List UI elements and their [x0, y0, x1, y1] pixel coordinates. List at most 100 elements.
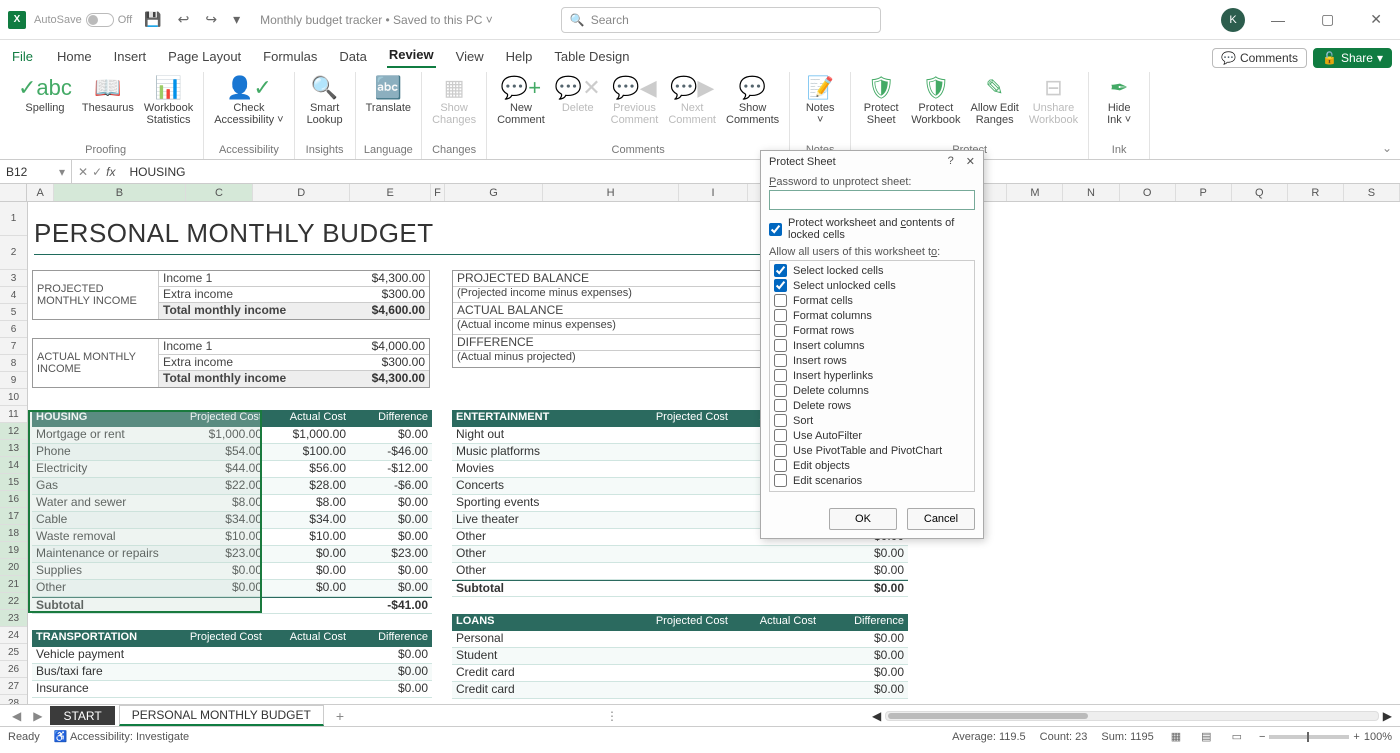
tab-page-layout[interactable]: Page Layout: [166, 45, 243, 68]
sheet-nav-next-icon[interactable]: ▶: [29, 709, 46, 723]
row-header-18[interactable]: 18: [0, 525, 27, 542]
row-header-19[interactable]: 19: [0, 542, 27, 559]
save-icon[interactable]: 💾: [140, 9, 165, 30]
perm-checkbox[interactable]: [774, 384, 787, 397]
scroll-left-icon[interactable]: ◀: [872, 709, 881, 723]
cancel-formula-icon[interactable]: ✕: [78, 165, 88, 179]
autosave-toggle[interactable]: AutoSave Off: [34, 13, 132, 27]
dialog-titlebar[interactable]: Protect Sheet ? ✕: [761, 151, 983, 172]
row-header-10[interactable]: 10: [0, 389, 27, 406]
col-header-G[interactable]: G: [445, 184, 544, 201]
page-break-view-icon[interactable]: ▭: [1229, 730, 1245, 743]
row-header-13[interactable]: 13: [0, 440, 27, 457]
perm-checkbox[interactable]: [774, 324, 787, 337]
perm-checkbox[interactable]: [774, 369, 787, 382]
notes-˅-button[interactable]: 📝Notes˅: [796, 72, 844, 144]
fx-icon[interactable]: fx: [106, 165, 115, 179]
tab-review[interactable]: Review: [387, 43, 436, 68]
col-header-H[interactable]: H: [543, 184, 678, 201]
cells-area[interactable]: PERSONAL MONTHLY BUDGET PROJECTED MONTHL…: [28, 202, 1400, 704]
sheet-tab-start[interactable]: START: [50, 706, 114, 725]
perm-checkbox[interactable]: [774, 339, 787, 352]
perm-checkbox[interactable]: [774, 459, 787, 472]
tab-file[interactable]: File: [8, 45, 37, 68]
perm-sort[interactable]: Sort: [774, 413, 970, 428]
col-header-B[interactable]: B: [54, 184, 185, 201]
row-header-22[interactable]: 22: [0, 593, 27, 610]
perm-select-locked-cells[interactable]: Select locked cells: [774, 263, 970, 278]
comments-button[interactable]: 💬 Comments: [1212, 48, 1307, 68]
tab-help[interactable]: Help: [504, 45, 535, 68]
cancel-button[interactable]: Cancel: [907, 508, 975, 530]
protect-workbook-button[interactable]: 🛡ProtectWorkbook: [907, 72, 964, 144]
zoom-level[interactable]: 100%: [1364, 731, 1392, 743]
toggle-icon[interactable]: [86, 13, 114, 27]
row-header-21[interactable]: 21: [0, 576, 27, 593]
thesaurus-button[interactable]: 📖Thesaurus: [78, 72, 138, 144]
name-box[interactable]: B12 ▾: [0, 160, 72, 183]
row-header-3[interactable]: 3: [0, 270, 27, 287]
perm-checkbox[interactable]: [774, 429, 787, 442]
sheet-tab-active[interactable]: PERSONAL MONTHLY BUDGET: [119, 705, 324, 726]
spelling-button[interactable]: ✓abcSpelling: [14, 72, 76, 144]
col-header-P[interactable]: P: [1176, 184, 1232, 201]
row-header-26[interactable]: 26: [0, 661, 27, 678]
row-header-25[interactable]: 25: [0, 644, 27, 661]
perm-insert-columns[interactable]: Insert columns: [774, 338, 970, 353]
row-header-17[interactable]: 17: [0, 508, 27, 525]
row-header-27[interactable]: 27: [0, 678, 27, 695]
perm-format-rows[interactable]: Format rows: [774, 323, 970, 338]
col-header-R[interactable]: R: [1288, 184, 1344, 201]
perm-checkbox[interactable]: [774, 414, 787, 427]
maximize-icon[interactable]: ▢: [1311, 7, 1344, 32]
row-header-9[interactable]: 9: [0, 372, 27, 389]
perm-checkbox[interactable]: [774, 474, 787, 487]
tab-home[interactable]: Home: [55, 45, 94, 68]
row-header-24[interactable]: 24: [0, 627, 27, 644]
accessibility-status[interactable]: ♿ Accessibility: Investigate: [54, 730, 189, 743]
col-header-S[interactable]: S: [1344, 184, 1400, 201]
perm-checkbox[interactable]: [774, 279, 787, 292]
dialog-close-icon[interactable]: ✕: [966, 155, 975, 168]
row-header-15[interactable]: 15: [0, 474, 27, 491]
zoom-control[interactable]: − + 100%: [1259, 731, 1392, 743]
row-header-5[interactable]: 5: [0, 304, 27, 321]
close-icon[interactable]: ✕: [1360, 7, 1392, 32]
redo-icon[interactable]: ↪: [201, 9, 221, 30]
new-comment-button[interactable]: 💬+NewComment: [493, 72, 549, 144]
show-comments-button[interactable]: 💬ShowComments: [722, 72, 783, 144]
perm-insert-rows[interactable]: Insert rows: [774, 353, 970, 368]
col-header-D[interactable]: D: [253, 184, 350, 201]
perm-insert-hyperlinks[interactable]: Insert hyperlinks: [774, 368, 970, 383]
share-button[interactable]: 🔓 Share ▾: [1313, 48, 1392, 68]
hide-ink-˅-button[interactable]: ✒HideInk ˅: [1095, 72, 1143, 144]
user-avatar[interactable]: K: [1221, 8, 1245, 32]
tab-data[interactable]: Data: [337, 45, 368, 68]
row-header-6[interactable]: 6: [0, 321, 27, 338]
allow-edit-ranges-button[interactable]: ✎Allow EditRanges: [967, 72, 1023, 144]
col-header-Q[interactable]: Q: [1232, 184, 1288, 201]
perm-checkbox[interactable]: [774, 399, 787, 412]
col-header-E[interactable]: E: [350, 184, 431, 201]
protect-contents-checkbox[interactable]: [769, 223, 782, 236]
perm-edit-objects[interactable]: Edit objects: [774, 458, 970, 473]
check-accessibility-˅-button[interactable]: 👤✓CheckAccessibility ˅: [210, 72, 287, 144]
page-layout-view-icon[interactable]: ▤: [1198, 730, 1214, 743]
perm-checkbox[interactable]: [774, 354, 787, 367]
normal-view-icon[interactable]: ▦: [1168, 730, 1184, 743]
collapse-ribbon-icon[interactable]: ⌄: [1382, 141, 1392, 155]
col-header-C[interactable]: C: [186, 184, 254, 201]
col-header-F[interactable]: F: [431, 184, 445, 201]
row-header-23[interactable]: 23: [0, 610, 27, 627]
col-header-I[interactable]: I: [679, 184, 749, 201]
undo-icon[interactable]: ↩: [174, 9, 194, 30]
col-header-M[interactable]: M: [1007, 184, 1063, 201]
row-header-4[interactable]: 4: [0, 287, 27, 304]
tab-view[interactable]: View: [454, 45, 486, 68]
password-input[interactable]: [769, 190, 975, 210]
perm-select-unlocked-cells[interactable]: Select unlocked cells: [774, 278, 970, 293]
row-header-12[interactable]: 12: [0, 423, 27, 440]
row-header-2[interactable]: 2: [0, 236, 27, 270]
tab-insert[interactable]: Insert: [112, 45, 149, 68]
row-header-28[interactable]: 28: [0, 695, 27, 704]
